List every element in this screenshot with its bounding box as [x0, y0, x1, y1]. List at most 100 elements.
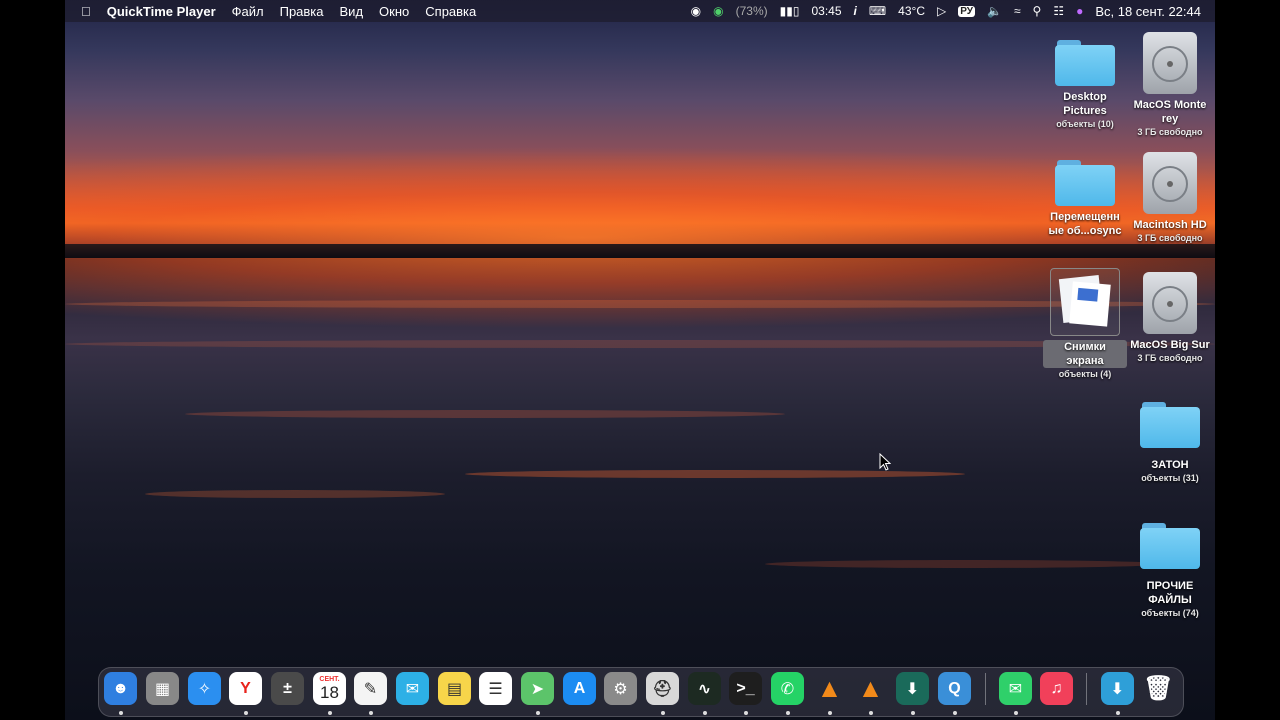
dock-safari-icon[interactable]: ✧: [188, 672, 221, 705]
menu-help[interactable]: Справка: [425, 4, 476, 19]
icon-label: Перемещенн ые об...osync: [1048, 211, 1122, 237]
mouse-pointer-icon: [879, 453, 891, 471]
apple-logo-icon[interactable]: : [81, 4, 91, 19]
icon-label: Macintosh HD: [1133, 219, 1207, 231]
input-source[interactable]: РУ: [958, 5, 975, 17]
icon-label: MacOS Monte rey: [1133, 99, 1207, 125]
icon-sublabel: объекты (31): [1141, 473, 1199, 483]
icon-label: MacOS Big Sur: [1130, 339, 1210, 351]
hard-disk-icon: [1143, 272, 1197, 334]
battery-time[interactable]: 03:45: [811, 4, 841, 18]
wallpaper-wave: [765, 560, 1165, 568]
dock-whatsapp-icon[interactable]: ✆: [771, 672, 804, 705]
battery-icon[interactable]: ▮▮▯: [780, 4, 800, 18]
dock-running-indicator: [328, 711, 332, 715]
dock-separator: [985, 673, 986, 705]
desktop-icon-relocated-items[interactable]: Перемещенн ые об...osync: [1043, 156, 1127, 238]
desktop-icon-screenshots[interactable]: Снимки экрана объекты (4): [1043, 268, 1127, 380]
dock-music-icon[interactable]: ♫: [1040, 672, 1073, 705]
menu-view[interactable]: Вид: [340, 4, 364, 19]
dock-downloads-stack-icon[interactable]: ⬇: [1101, 672, 1134, 705]
icon-sublabel: объекты (4): [1058, 369, 1112, 379]
desktop-icon-macintosh-hd[interactable]: Macintosh HD 3 ГБ свободно: [1128, 152, 1212, 244]
menu-file[interactable]: Файл: [232, 4, 264, 19]
icon-label: Desktop Pictures: [1063, 91, 1107, 117]
dock-separator: [1086, 673, 1087, 705]
dock-calendar-icon[interactable]: СЕНТ. 18: [313, 672, 346, 705]
dock-messages-icon[interactable]: ✉: [999, 672, 1032, 705]
icon-sublabel: объекты (74): [1141, 608, 1199, 618]
dock-vlc-icon[interactable]: ▲: [813, 672, 846, 705]
menu-window[interactable]: Окно: [379, 4, 409, 19]
status-area: ◉ ◉ (73%) ▮▮▯ 03:45 i ⌨ 43°C ▷ РУ 🔈 ≈ ⚲ …: [679, 4, 1201, 19]
info-icon[interactable]: i: [854, 4, 857, 18]
wallpaper-wave: [465, 470, 965, 478]
dock-running-indicator: [1116, 711, 1120, 715]
desktop-icon-zaton[interactable]: ЗАТОН объекты (31): [1128, 398, 1212, 484]
icon-sublabel: объекты (10): [1056, 119, 1114, 129]
wallpaper-horizon: [65, 244, 1215, 258]
screenshots-stack-icon: [1050, 268, 1120, 336]
keyboard-icon[interactable]: ⌨: [869, 4, 886, 18]
menu-bar:  QuickTime Player Файл Правка Вид Окно …: [65, 0, 1215, 22]
hard-disk-icon: [1143, 32, 1197, 94]
dock-feedback-icon[interactable]: ✉: [396, 672, 429, 705]
cpu-temperature[interactable]: 43°C: [898, 4, 925, 18]
volume-icon[interactable]: 🔈: [987, 4, 1002, 18]
dock-calculator-icon[interactable]: ±: [271, 672, 304, 705]
dock-textedit-icon[interactable]: ✎: [354, 672, 387, 705]
dock-running-indicator: [244, 711, 248, 715]
icon-label: Снимки экрана: [1043, 340, 1127, 368]
icon-sublabel: 3 ГБ свободно: [1137, 127, 1203, 137]
siri-icon[interactable]: ●: [1076, 4, 1083, 18]
search-icon[interactable]: ⚲: [1033, 4, 1042, 18]
folder-alias-icon: [1055, 156, 1115, 206]
dock-quicktime-icon[interactable]: Q: [938, 672, 971, 705]
menu-edit[interactable]: Правка: [280, 4, 324, 19]
dock-running-indicator: [369, 711, 373, 715]
desktop-icon-desktop-pictures[interactable]: Desktop Pictures объекты (10): [1043, 36, 1127, 130]
folder-icon: [1055, 36, 1115, 86]
icon-sublabel: 3 ГБ свободно: [1137, 233, 1203, 243]
desktop-icon-macos-monterey[interactable]: MacOS Monte rey 3 ГБ свободно: [1128, 32, 1212, 138]
dock-app-store-icon[interactable]: A: [563, 672, 596, 705]
dock-downloader-icon[interactable]: ⬇: [896, 672, 929, 705]
icon-sublabel: 3 ГБ свободно: [1137, 353, 1203, 363]
dock-activity-monitor-icon[interactable]: ∿: [688, 672, 721, 705]
icon-label: ПРОЧИЕ ФАЙЛЫ: [1146, 580, 1194, 606]
dock-running-indicator: [1014, 711, 1018, 715]
desktop-icon-macos-big-sur[interactable]: MacOS Big Sur 3 ГБ свободно: [1128, 272, 1212, 364]
dock-running-indicator: [911, 711, 915, 715]
wallpaper-wave: [185, 410, 785, 418]
dock-running-indicator: [744, 711, 748, 715]
dock-running-indicator: [536, 711, 540, 715]
dock-yandex-browser-icon[interactable]: Y: [229, 672, 262, 705]
app-menu[interactable]: QuickTime Player: [107, 4, 216, 19]
vpn-icon[interactable]: ◉: [713, 4, 723, 18]
dock-terminal-icon[interactable]: >_: [729, 672, 762, 705]
dock-vlc-icon-2[interactable]: ▲: [854, 672, 887, 705]
dock-launchpad-icon[interactable]: ▦: [146, 672, 179, 705]
play-icon[interactable]: ▷: [937, 4, 946, 18]
desktop-icon-other-files[interactable]: ПРОЧИЕ ФАЙЛЫ объекты (74): [1128, 519, 1212, 619]
battery-percent[interactable]: (73%): [736, 4, 768, 18]
dock-notes-icon[interactable]: ▤: [438, 672, 471, 705]
dock-system-preferences-icon[interactable]: ⚙: [604, 672, 637, 705]
control-center-icon[interactable]: ☷: [1053, 4, 1064, 18]
dock-finder-icon[interactable]: ☻: [104, 672, 137, 705]
wallpaper-wave: [145, 490, 445, 498]
stop-recording-icon[interactable]: ◉: [691, 4, 701, 18]
wifi-icon[interactable]: ≈: [1014, 4, 1021, 18]
dock-disk-utility-icon[interactable]: ⛑: [646, 672, 679, 705]
menu-datetime[interactable]: Вс, 18 сент. 22:44: [1095, 4, 1201, 19]
dock-trash-icon[interactable]: 🗑: [1142, 672, 1175, 705]
icon-label: ЗАТОН: [1151, 459, 1189, 471]
desktop-wallpaper:  QuickTime Player Файл Правка Вид Окно …: [65, 0, 1215, 720]
dock-running-indicator: [953, 711, 957, 715]
dock-running-indicator: [703, 711, 707, 715]
dock-maps-icon[interactable]: ➤: [521, 672, 554, 705]
dock-running-indicator: [786, 711, 790, 715]
calendar-day-label: 18: [320, 682, 339, 702]
dock-reminders-icon[interactable]: ☰: [479, 672, 512, 705]
dock-running-indicator: [869, 711, 873, 715]
